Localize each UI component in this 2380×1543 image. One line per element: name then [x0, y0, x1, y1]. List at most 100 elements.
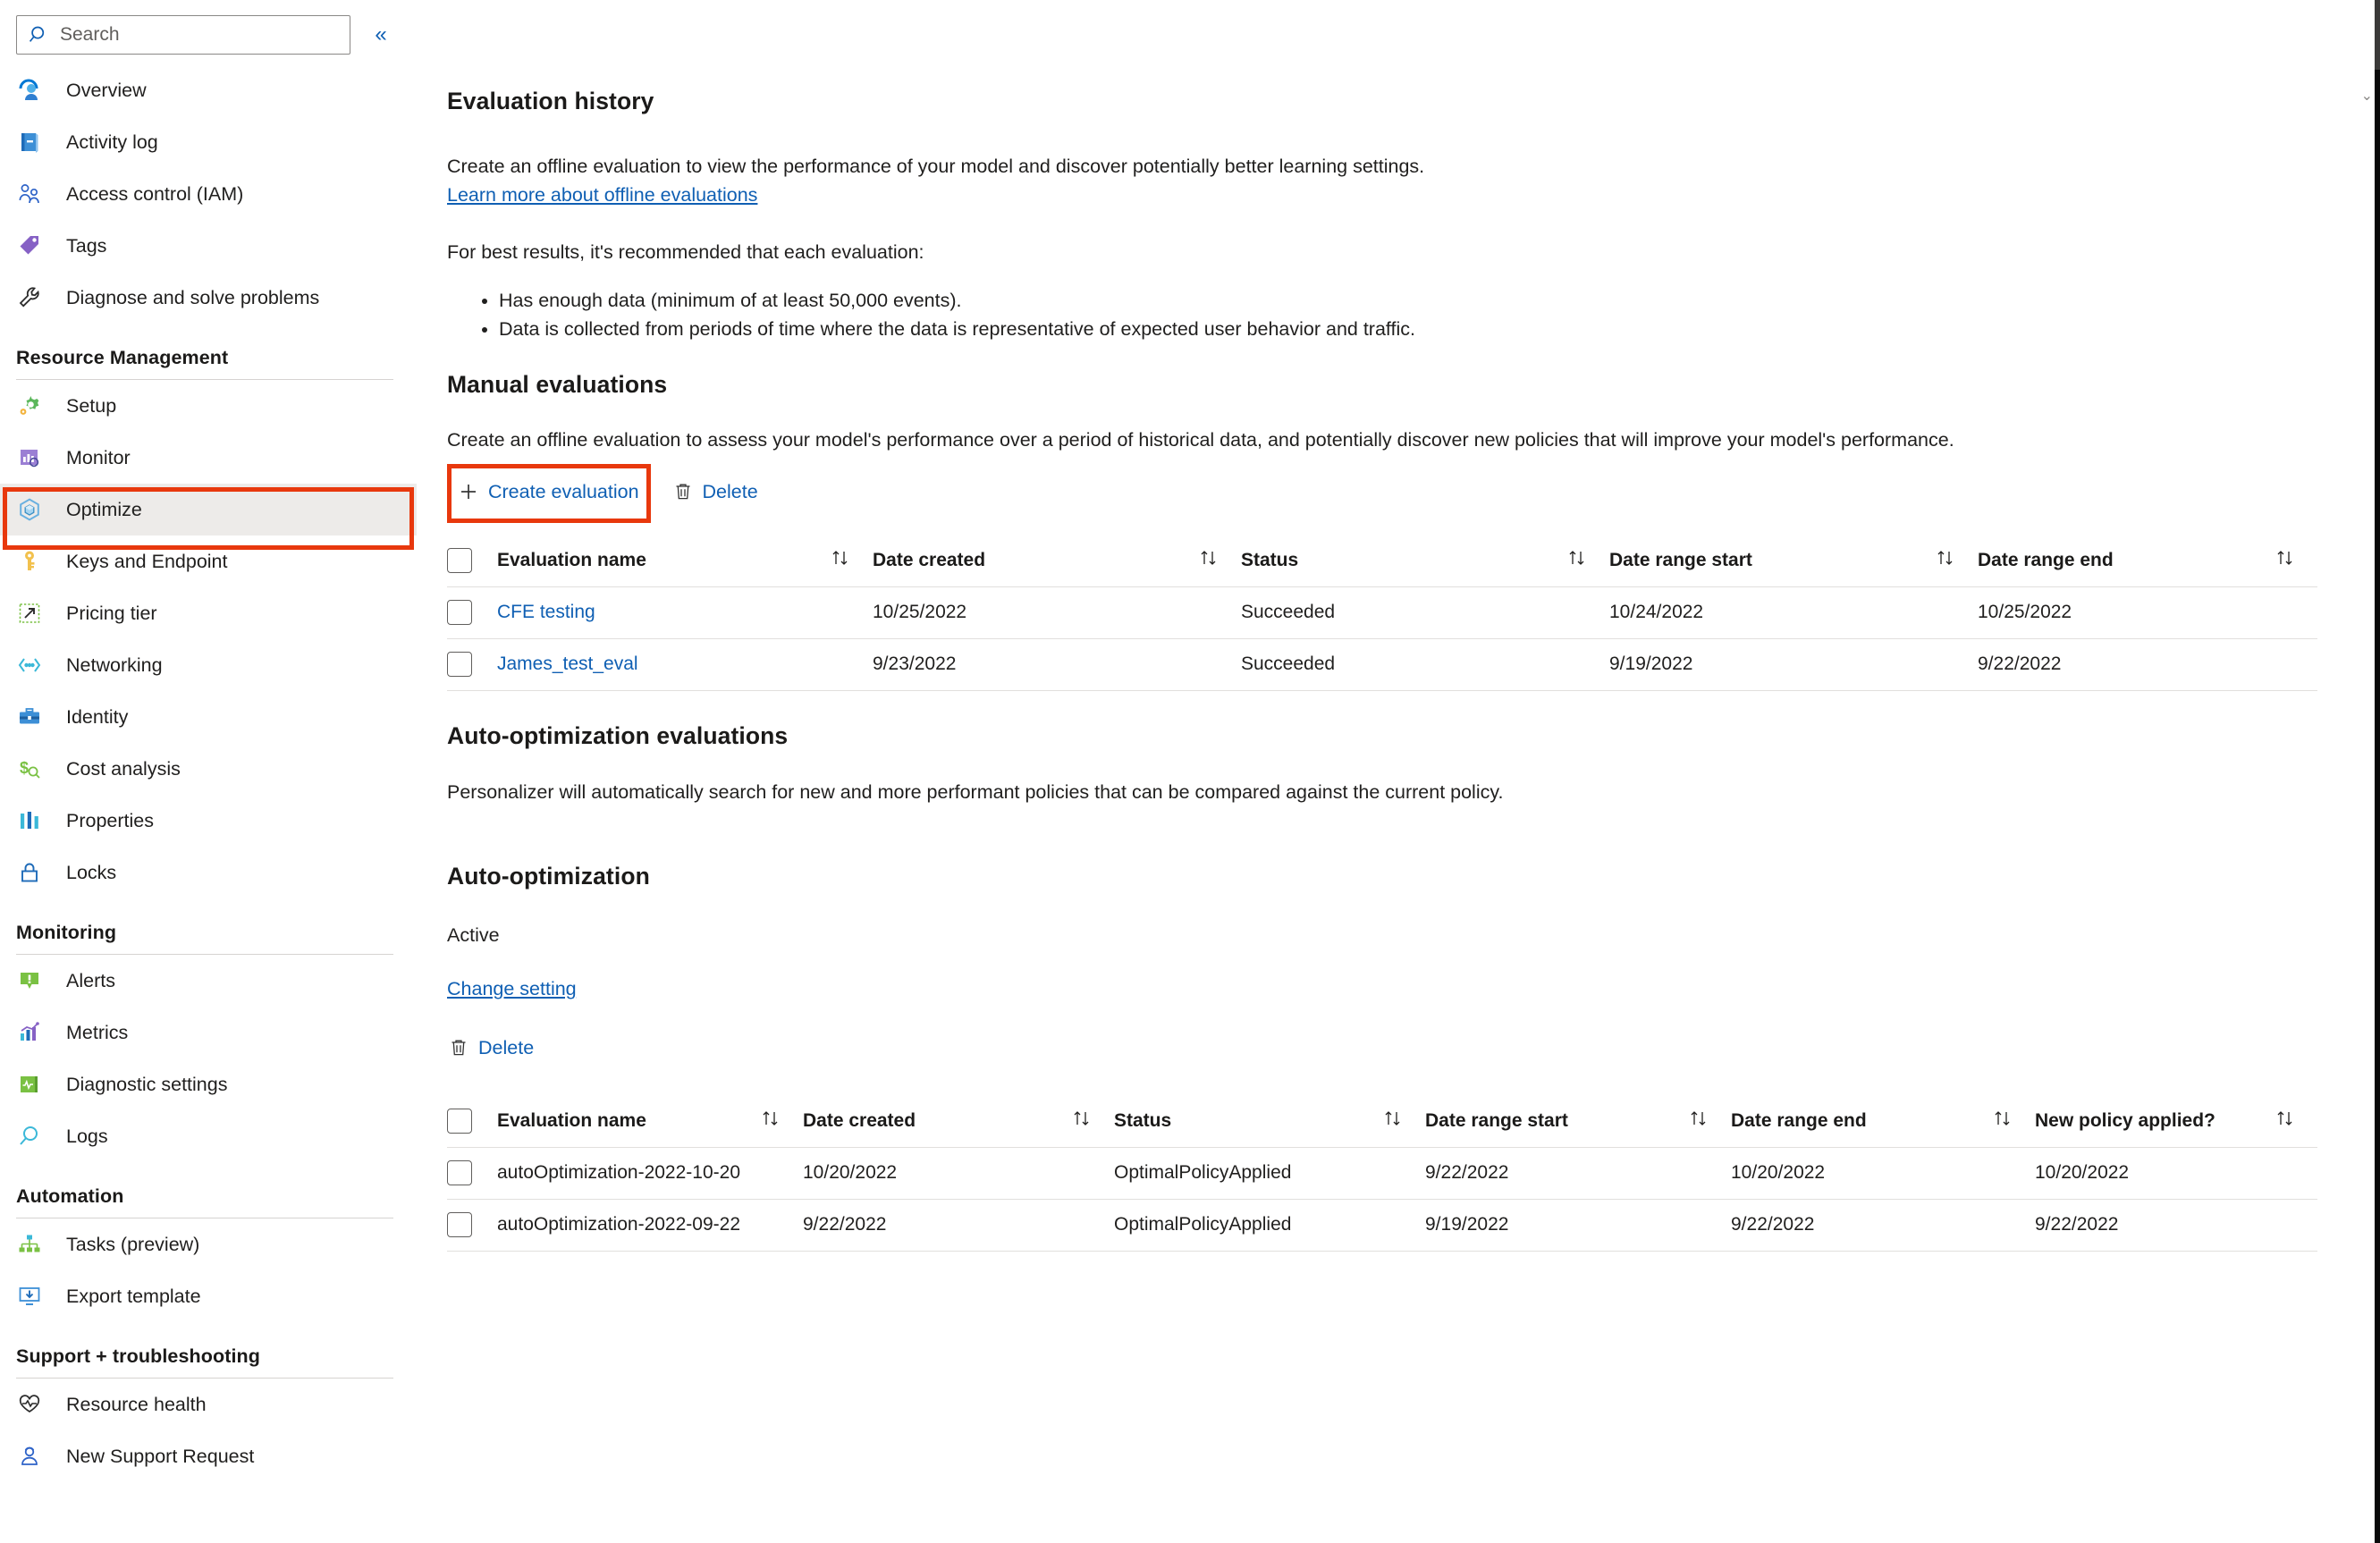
sidebar-item-access-control[interactable]: Access control (IAM) — [0, 168, 417, 220]
sort-icon[interactable] — [1566, 548, 1590, 573]
cell-status: Succeeded — [1241, 586, 1609, 639]
sidebar-item-diagnostic-settings[interactable]: Diagnostic settings — [0, 1058, 417, 1110]
sidebar-item-pricing-tier[interactable]: Pricing tier — [0, 587, 417, 639]
sidebar-item-activity-log[interactable]: Activity log — [0, 116, 417, 168]
wrench-icon — [16, 284, 43, 311]
column-header-evaluation-name[interactable]: Evaluation name — [497, 1095, 803, 1148]
cell-date-created: 10/25/2022 — [873, 586, 1241, 639]
sort-icon[interactable] — [1071, 1109, 1094, 1134]
sidebar-item-logs[interactable]: Logs — [0, 1110, 417, 1162]
sort-icon[interactable] — [830, 548, 853, 573]
evaluation-name-link[interactable]: CFE testing — [497, 602, 595, 622]
search-input[interactable]: Search — [16, 15, 350, 55]
sidebar-item-label: Activity log — [66, 131, 158, 153]
column-header-new-policy-applied[interactable]: New policy applied? — [2035, 1095, 2317, 1148]
column-header-date-range-end[interactable]: Date range end — [1731, 1095, 2035, 1148]
auto-optimization-title: Auto-optimization — [447, 863, 650, 890]
sidebar-item-label: Identity — [66, 705, 129, 728]
delete-auto-optimization-button[interactable]: Delete — [447, 1028, 534, 1067]
sort-icon[interactable] — [2275, 548, 2298, 573]
column-header-status[interactable]: Status — [1114, 1095, 1425, 1148]
table-header-row: Evaluation name Date created Status Date… — [447, 535, 2317, 587]
sidebar-group-title: Monitoring — [16, 922, 117, 943]
evaluation-name-link[interactable]: James_test_eval — [497, 653, 638, 674]
page-title: Evaluation history — [447, 88, 654, 114]
column-label: Date range start — [1609, 549, 1752, 570]
sidebar-item-label: Tasks (preview) — [66, 1233, 200, 1255]
select-all-checkbox[interactable] — [447, 1108, 472, 1134]
sidebar-item-export-template[interactable]: Export template — [0, 1270, 417, 1322]
column-header-date-range-start[interactable]: Date range start — [1425, 1095, 1731, 1148]
column-label: Date created — [803, 1109, 916, 1131]
sidebar-item-keys-and-endpoint[interactable]: Keys and Endpoint — [0, 535, 417, 587]
lock-icon — [16, 859, 43, 886]
search-placeholder: Search — [60, 24, 120, 45]
sidebar-item-label: Metrics — [66, 1021, 129, 1043]
row-checkbox[interactable] — [447, 652, 472, 677]
column-header-date-created[interactable]: Date created — [873, 535, 1241, 587]
sidebar-item-label: Alerts — [66, 969, 115, 991]
cell-status: OptimalPolicyApplied — [1114, 1199, 1425, 1252]
sidebar-item-properties[interactable]: Properties — [0, 795, 417, 847]
cell-date-range-start: 9/19/2022 — [1425, 1199, 1731, 1252]
sidebar-item-label: Keys and Endpoint — [66, 550, 228, 572]
create-evaluation-button[interactable]: Create evaluation — [447, 472, 655, 511]
sort-icon[interactable] — [2275, 1109, 2298, 1134]
sort-icon[interactable] — [1688, 1109, 1711, 1134]
page-scrollbar[interactable] — [2375, 0, 2380, 1543]
sidebar-item-tasks[interactable]: Tasks (preview) — [0, 1218, 417, 1270]
sidebar-item-identity[interactable]: Identity — [0, 691, 417, 743]
column-label: Status — [1241, 549, 1299, 570]
sidebar-item-monitor[interactable]: Monitor — [0, 432, 417, 484]
trash-icon — [447, 1036, 470, 1059]
learn-more-offline-evaluations-link[interactable]: Learn more about offline evaluations — [447, 184, 757, 207]
sidebar-item-resource-health[interactable]: Resource health — [0, 1379, 417, 1430]
row-checkbox[interactable] — [447, 600, 472, 625]
sidebar-item-new-support-request[interactable]: New Support Request — [0, 1430, 417, 1482]
sidebar-item-diagnose[interactable]: Diagnose and solve problems — [0, 272, 417, 324]
select-all-checkbox[interactable] — [447, 547, 472, 573]
sort-icon[interactable] — [1382, 1109, 1405, 1134]
sidebar-item-alerts[interactable]: Alerts — [0, 955, 417, 1007]
sidebar-item-optimize[interactable]: Optimize — [0, 484, 417, 535]
sidebar-item-networking[interactable]: Networking — [0, 639, 417, 691]
column-label: Evaluation name — [497, 549, 646, 570]
sidebar-item-overview[interactable]: Overview — [0, 64, 417, 116]
sidebar-item-cost-analysis[interactable]: $ Cost analysis — [0, 743, 417, 795]
collapse-sidebar-button[interactable]: « — [361, 15, 401, 55]
sort-icon[interactable] — [1198, 548, 1221, 573]
list-item: Data is collected from periods of time w… — [499, 315, 2198, 343]
sort-icon[interactable] — [1935, 548, 1958, 573]
sidebar-item-locks[interactable]: Locks — [0, 847, 417, 898]
identity-icon — [16, 704, 43, 730]
sort-icon[interactable] — [760, 1109, 783, 1134]
scrollbar-thumb[interactable] — [2375, 0, 2380, 70]
sidebar-search-row: Search « — [16, 15, 409, 55]
manual-evaluations-description: Create an offline evaluation to assess y… — [447, 429, 1954, 451]
sidebar-item-setup[interactable]: Setup — [0, 380, 417, 432]
column-header-evaluation-name[interactable]: Evaluation name — [497, 535, 873, 587]
row-checkbox[interactable] — [447, 1160, 472, 1185]
gear-icon — [16, 392, 43, 419]
sidebar-item-label: Export template — [66, 1285, 201, 1307]
double-chevron-left-icon: « — [375, 22, 387, 46]
cell-evaluation-name: autoOptimization-2022-09-22 — [497, 1199, 803, 1252]
sort-icon[interactable] — [1992, 1109, 2015, 1134]
column-header-date-range-end[interactable]: Date range end — [1978, 535, 2317, 587]
column-label: Status — [1114, 1109, 1172, 1131]
plus-icon — [457, 480, 480, 503]
sidebar-item-tags[interactable]: Tags — [0, 220, 417, 272]
column-header-date-created[interactable]: Date created — [803, 1095, 1114, 1148]
cell-status: Succeeded — [1241, 638, 1609, 691]
list-item: Has enough data (minimum of at least 50,… — [499, 286, 2198, 315]
recommendation-bullets: Has enough data (minimum of at least 50,… — [499, 286, 2198, 344]
column-label: New policy applied? — [2035, 1109, 2215, 1131]
delete-manual-evaluation-button[interactable]: Delete — [671, 472, 758, 511]
change-setting-link[interactable]: Change setting — [447, 978, 577, 1000]
column-header-date-range-start[interactable]: Date range start — [1609, 535, 1978, 587]
scrollbar-track[interactable] — [2375, 70, 2380, 1543]
column-header-status[interactable]: Status — [1241, 535, 1609, 587]
sidebar: Search « Overview Activity log Access co… — [0, 0, 417, 1543]
sidebar-item-metrics[interactable]: Metrics — [0, 1007, 417, 1058]
row-checkbox[interactable] — [447, 1212, 472, 1237]
